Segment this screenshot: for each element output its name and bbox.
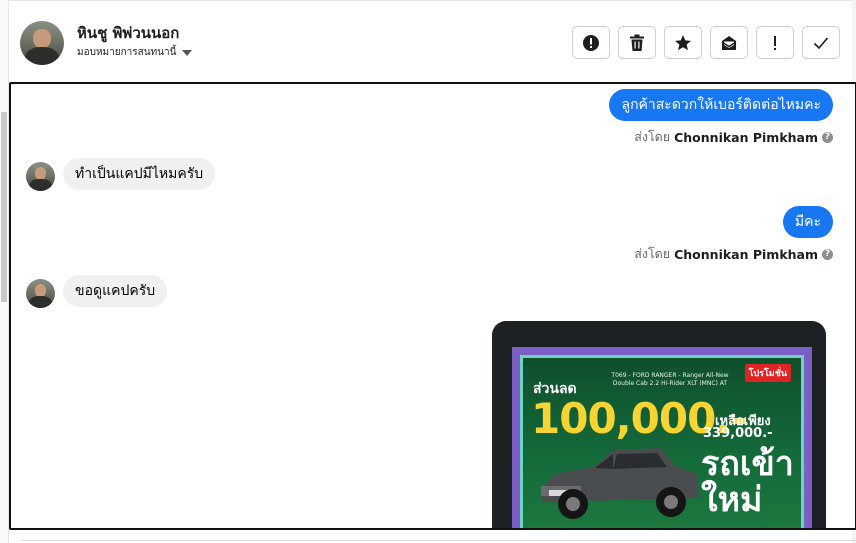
contact-avatar-small — [26, 162, 55, 191]
exclamation-icon — [774, 35, 776, 50]
sent-by-line: ส่งโดย Chonnikan Pimkham ? — [634, 127, 833, 147]
message-thread[interactable]: ลูกค้าสะดวกให้เบอร์ติดต่อไหมคะ ส่งโดย Ch… — [9, 82, 856, 530]
contact-avatar-small — [26, 279, 55, 308]
incoming-message[interactable]: ทำเป็นแคปมีไหมครับ — [63, 158, 216, 190]
image-attachment[interactable]: โปรโมชั่น T069 - FORD RANGER - Ranger Al… — [492, 321, 826, 528]
sent-by-label: ส่งโดย — [634, 246, 671, 261]
pickup-truck-icon — [541, 448, 699, 519]
left-scrollbar-thumb[interactable] — [1, 112, 7, 302]
alert-circle-icon — [583, 34, 599, 51]
agent-name: Chonnikan Pimkham — [674, 129, 818, 145]
incoming-message[interactable]: ขอดูแคปครับ — [63, 275, 168, 307]
delete-button[interactable] — [618, 26, 656, 59]
mark-unread-button[interactable] — [710, 26, 748, 59]
help-icon[interactable]: ? — [822, 131, 833, 143]
sent-by-line: ส่งโดย Chonnikan Pimkham ? — [634, 244, 833, 264]
trash-icon — [630, 34, 644, 51]
done-button[interactable] — [802, 26, 840, 59]
caret-down-icon — [182, 49, 193, 56]
promo-model-text: T069 - FORD RANGER - Ranger All-New Doub… — [611, 372, 729, 387]
promo-image: โปรโมชั่น T069 - FORD RANGER - Ranger Al… — [512, 347, 812, 528]
mark-spam-button[interactable] — [572, 26, 610, 59]
star-button[interactable] — [664, 26, 702, 59]
promo-remain-price: 339,000.- — [703, 426, 773, 441]
agent-name: Chonnikan Pimkham — [674, 246, 818, 262]
promo-new-car: รถเข้าใหม่ — [701, 444, 794, 520]
outgoing-message[interactable]: ลูกค้าสะดวกให้เบอร์ติดต่อไหมคะ — [609, 89, 833, 121]
inbox-conversation-view: หินชู พิพ่วนนอก มอบหมายการสนทนานี้ ลูกค้… — [0, 0, 856, 543]
star-icon — [675, 34, 691, 50]
envelope-icon — [721, 35, 737, 50]
conversation-header: หินชู พิพ่วนนอก มอบหมายการสนทนานี้ — [9, 0, 852, 82]
sent-by-label: ส่งโดย — [634, 129, 671, 144]
contact-name[interactable]: หินชู พิพ่วนนอก — [77, 21, 179, 45]
outgoing-message[interactable]: มีคะ — [782, 206, 833, 238]
important-button[interactable] — [756, 26, 794, 59]
promo-background: โปรโมชั่น T069 - FORD RANGER - Ranger Al… — [520, 355, 804, 528]
help-icon[interactable]: ? — [822, 248, 833, 260]
left-scrollbar[interactable] — [0, 0, 9, 543]
assign-conversation-dropdown[interactable]: มอบหมายการสนทนานี้ — [77, 45, 193, 60]
check-icon — [813, 36, 829, 49]
assign-label: มอบหมายการสนทนานี้ — [77, 47, 177, 58]
contact-avatar[interactable] — [20, 21, 64, 65]
conversation-actions — [572, 26, 840, 59]
promo-badge: โปรโมชั่น — [744, 364, 791, 382]
